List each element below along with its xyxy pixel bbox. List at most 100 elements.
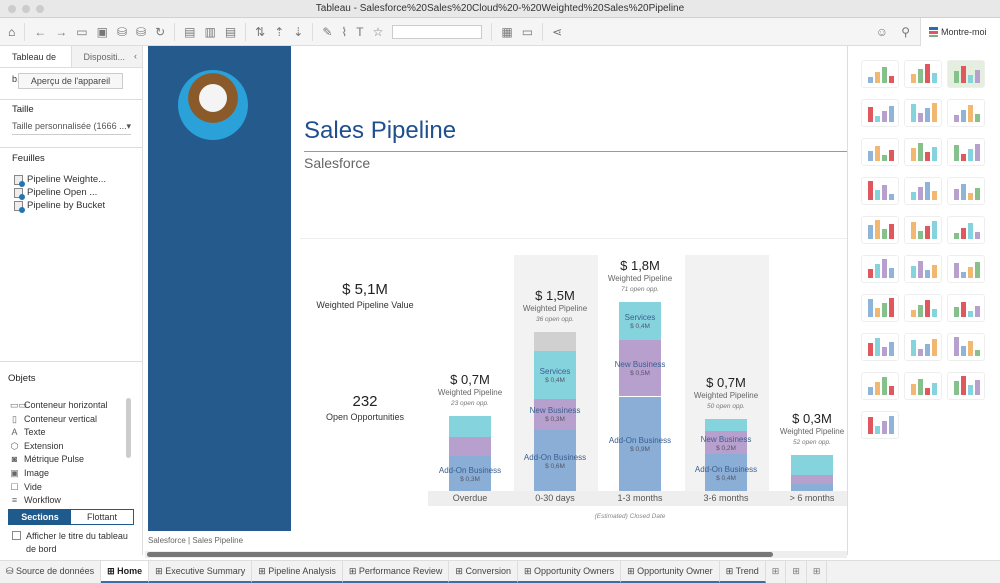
objects-scrollbar[interactable]	[126, 398, 131, 458]
sheet-item[interactable]: Pipeline Open ...	[14, 187, 97, 198]
object-item[interactable]: ◙Métrique Pulse	[10, 454, 84, 464]
pareto-chart-type-icon[interactable]	[861, 411, 899, 439]
bar-segment-new-business[interactable]	[791, 475, 833, 483]
bar-segment-other[interactable]	[534, 332, 576, 351]
object-item[interactable]: ≡Workflow	[10, 495, 61, 504]
sheet-item[interactable]: Pipeline Weighte...	[14, 174, 106, 185]
open-opps: 23 open opp.	[425, 398, 515, 409]
histogram-chart-type-icon[interactable]	[904, 294, 942, 322]
agent-icon[interactable]: ☺	[876, 25, 888, 39]
bar-segment-services[interactable]	[705, 419, 747, 432]
redirect-icon[interactable]: ▭	[76, 25, 87, 39]
floating-toggle[interactable]: Flottant	[71, 510, 133, 524]
stacked-bars-chart-type-icon[interactable]	[904, 138, 942, 166]
scatter-plot-chart-type-icon[interactable]	[861, 294, 899, 322]
tab-dashboard[interactable]: Tableau de b...	[0, 46, 71, 67]
device-preview-button[interactable]: Aperçu de l'appareil	[18, 73, 123, 89]
new-story-icon[interactable]: ⊞	[807, 561, 828, 583]
donut-chart-chart-type-icon[interactable]	[861, 372, 899, 400]
collapse-icon[interactable]: ‹	[134, 51, 137, 61]
tab-sheet[interactable]: ⊞ Performance Review	[343, 561, 450, 583]
kpi-weighted-pipeline[interactable]: $ 5,1MWeighted Pipeline Value	[300, 281, 430, 310]
new-datasource-icon[interactable]: ⛁	[117, 25, 127, 39]
swap-icon[interactable]: ⇅	[255, 25, 265, 39]
packed-bubbles-chart-type-icon[interactable]	[947, 333, 985, 361]
bullet-graph-chart-type-icon[interactable]	[904, 333, 942, 361]
object-item[interactable]: ☐Vide	[10, 482, 42, 493]
save-icon[interactable]: ▣	[97, 25, 108, 39]
symbol-map-chart-type-icon[interactable]	[861, 99, 899, 127]
total-caption: Weighted Pipeline	[681, 390, 771, 401]
scroll-thumb[interactable]	[147, 552, 773, 557]
tab-sheet[interactable]: ⊞ Opportunity Owner	[621, 561, 720, 583]
cards-icon[interactable]: ▦	[501, 25, 512, 39]
pause-updates-icon[interactable]: ⛁	[136, 25, 146, 39]
new-sheet-icon[interactable]: ▤	[184, 25, 195, 39]
show-me-button[interactable]: Montre-moi	[920, 18, 1000, 46]
refresh-icon[interactable]: ↻	[155, 25, 165, 39]
bar-segment-services[interactable]	[449, 416, 491, 437]
heat-map-chart-type-icon[interactable]	[904, 60, 942, 88]
object-item[interactable]: ▣Image	[10, 468, 49, 479]
box-and-whisker-chart-type-icon[interactable]	[947, 294, 985, 322]
lines-discrete-chart-type-icon[interactable]	[904, 216, 942, 244]
attach-icon[interactable]: ⌇	[341, 25, 347, 39]
horizontal-bars-chart-type-icon[interactable]	[861, 138, 899, 166]
tab-layout[interactable]: Dispositi...	[71, 46, 143, 67]
tab-sheet[interactable]: ⊞ Conversion	[449, 561, 518, 583]
object-item[interactable]: ▭▭Conteneur horizontal	[10, 400, 108, 411]
new-worksheet-icon[interactable]: ⊞	[766, 561, 787, 583]
size-dropdown[interactable]: Taille personnalisée (1666 ...▾	[12, 121, 131, 135]
treemap-chart-type-icon[interactable]	[861, 177, 899, 205]
side-by-side-bars-chart-type-icon[interactable]	[947, 138, 985, 166]
clear-sheet-icon[interactable]: ▤	[225, 25, 236, 39]
bar-segment-add-on-business[interactable]	[791, 484, 833, 491]
area-continuous-chart-type-icon[interactable]	[861, 255, 899, 283]
kpi-open-opportunities[interactable]: 232Open Opportunities	[300, 393, 430, 422]
filled-map-chart-type-icon[interactable]	[904, 99, 942, 127]
area-discrete-chart-type-icon[interactable]	[904, 255, 942, 283]
object-item[interactable]: ▯Conteneur vertical	[10, 414, 97, 425]
tab-sheet[interactable]: ⊞ Trend	[720, 561, 766, 583]
highlight-table-chart-type-icon[interactable]	[947, 60, 985, 88]
bar-segment-services[interactable]	[791, 455, 833, 475]
pin-icon[interactable]: ☆	[373, 25, 384, 39]
show-title-checkbox[interactable]	[12, 531, 21, 540]
horizontal-scrollbar[interactable]	[145, 551, 847, 558]
highlight-icon[interactable]: ✎	[322, 25, 332, 39]
duplicate-sheet-icon[interactable]: ▥	[204, 25, 215, 39]
side-by-side-circles-chart-type-icon[interactable]	[947, 177, 985, 205]
lines-continuous-chart-type-icon[interactable]	[861, 216, 899, 244]
highlight-bars-chart-type-icon[interactable]	[904, 372, 942, 400]
label-icon[interactable]: T	[356, 25, 363, 39]
sheet-item[interactable]: Pipeline by Bucket	[14, 200, 105, 211]
tab-data-source[interactable]: ⛁ Source de données	[0, 561, 101, 583]
tab-sheet[interactable]: ⊞ Home	[101, 561, 149, 583]
pin-tool-icon[interactable]: ⚲	[901, 25, 910, 39]
fit-dropdown[interactable]	[392, 25, 482, 39]
forward-icon[interactable]: →	[55, 25, 67, 39]
object-item[interactable]: ATexte	[10, 427, 46, 437]
bar-segment-new-business[interactable]	[449, 437, 491, 456]
bar-total-label: $ 1,8MWeighted Pipeline71 open opp.	[595, 258, 685, 295]
sankey-chart-type-icon[interactable]	[947, 372, 985, 400]
back-icon[interactable]: ←	[34, 25, 46, 39]
sort-asc-icon[interactable]: ⇡	[274, 25, 284, 39]
new-dashboard-icon[interactable]: ⊞	[786, 561, 807, 583]
home-icon[interactable]: ⌂	[8, 25, 15, 39]
gantt-chart-chart-type-icon[interactable]	[861, 333, 899, 361]
dual-lines-chart-type-icon[interactable]	[947, 216, 985, 244]
share-icon[interactable]: ⋖	[552, 25, 562, 39]
window-controls[interactable]	[8, 5, 44, 13]
tab-sheet[interactable]: ⊞ Executive Summary	[149, 561, 252, 583]
tab-sheet[interactable]: ⊞ Opportunity Owners	[518, 561, 621, 583]
presentation-icon[interactable]: ▭	[522, 25, 533, 39]
dual-combination-chart-type-icon[interactable]	[947, 255, 985, 283]
pie-chart-chart-type-icon[interactable]	[947, 99, 985, 127]
object-item[interactable]: ⬡Extension	[10, 441, 64, 452]
circle-views-chart-type-icon[interactable]	[904, 177, 942, 205]
sort-desc-icon[interactable]: ⇣	[293, 25, 303, 39]
tab-sheet[interactable]: ⊞ Pipeline Analysis	[252, 561, 343, 583]
text-table-chart-type-icon[interactable]	[861, 60, 899, 88]
tiled-toggle[interactable]: Sections	[9, 510, 71, 524]
